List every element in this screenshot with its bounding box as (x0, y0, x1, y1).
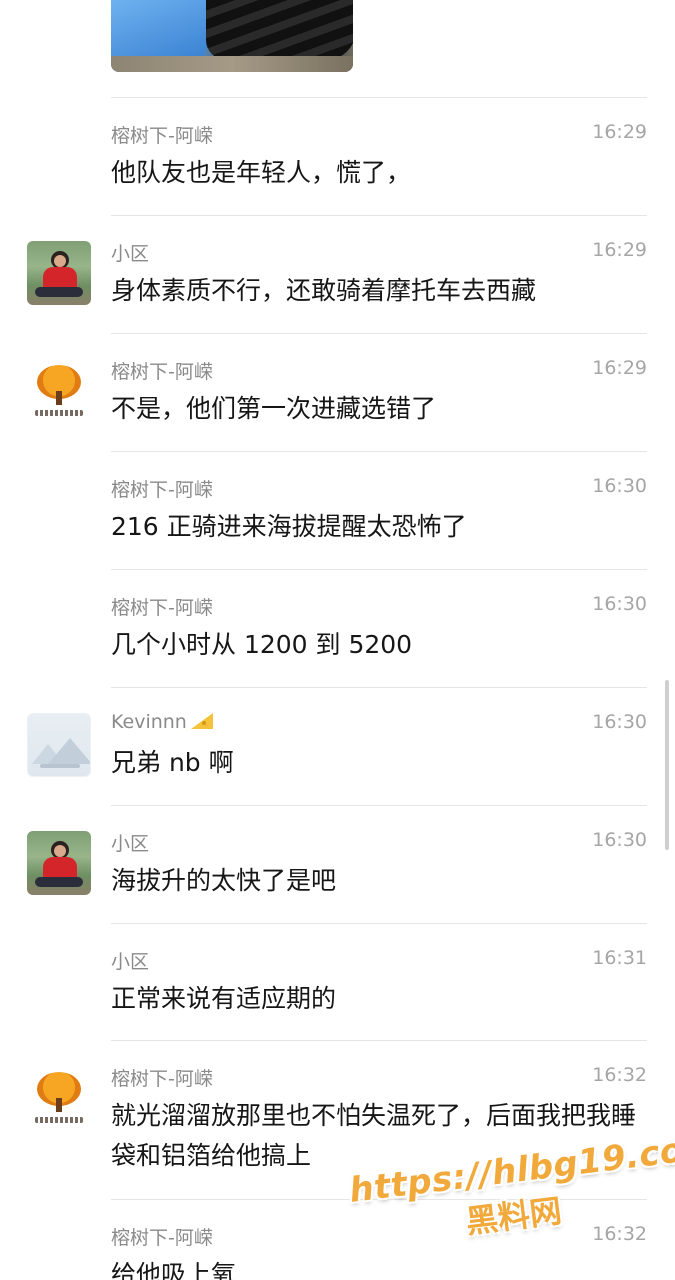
avatar[interactable] (27, 241, 91, 305)
chat-message[interactable]: 榕树下-阿嵘 16:32 给他吸上氧 (0, 1199, 675, 1280)
avatar[interactable] (27, 713, 91, 777)
sender-name[interactable]: 榕树下-阿嵘 (111, 1064, 213, 1091)
cheese-icon (190, 713, 213, 729)
message-time: 16:30 (592, 711, 647, 733)
chat-message[interactable]: 榕树下-阿嵘 16:29 不是，他们第一次进藏选错了 (0, 333, 675, 451)
message-text: 216 正骑进来海拔提醒太恐怖了 (111, 512, 467, 541)
chat-message[interactable]: 榕树下-阿嵘 16:29 他队友也是年轻人，慌了， (0, 97, 675, 215)
chat-message[interactable]: 小区 16:30 海拔升的太快了是吧 (0, 805, 675, 923)
avatar[interactable] (27, 359, 91, 423)
chat-message[interactable]: 小区 16:31 正常来说有适应期的 (0, 923, 675, 1041)
avatar[interactable] (27, 831, 91, 895)
message-text: 就光溜溜放那里也不怕失温死了，后面我把我睡袋和铝箔给他搞上 (111, 1101, 637, 1170)
message-text: 正常来说有适应期的 (111, 984, 337, 1013)
chat-message[interactable]: 小区 16:29 身体素质不行，还敢骑着摩托车去西藏 (0, 215, 675, 333)
message-time: 16:30 (592, 593, 647, 615)
chat-message[interactable]: 榕树下-阿嵘 16:30 216 正骑进来海拔提醒太恐怖了 (0, 451, 675, 569)
photo-sleeping-bag (206, 0, 353, 60)
sender-name[interactable]: 榕树下-阿嵘 (111, 357, 213, 384)
message-time: 16:30 (592, 829, 647, 851)
sender-name[interactable]: 榕树下-阿嵘 (111, 1223, 213, 1250)
message-text: 给他吸上氧 (111, 1260, 237, 1280)
message-text: 身体素质不行，还敢骑着摩托车去西藏 (111, 276, 537, 305)
sender-name[interactable]: 小区 (111, 947, 149, 974)
message-time: 16:29 (592, 239, 647, 261)
scrollbar[interactable] (665, 680, 669, 850)
chat-message[interactable]: 榕树下-阿嵘 16:32 就光溜溜放那里也不怕失温死了，后面我把我睡袋和铝箔给他… (0, 1040, 675, 1200)
message-text: 他队友也是年轻人，慌了， (111, 158, 412, 187)
message-text: 海拔升的太快了是吧 (111, 866, 337, 895)
message-time: 16:31 (592, 947, 647, 969)
message-time: 16:32 (592, 1223, 647, 1245)
message-text: 兄弟 nb 啊 (111, 748, 234, 777)
chat-message[interactable]: 榕树下-阿嵘 16:30 几个小时从 1200 到 5200 (0, 569, 675, 687)
shared-photo[interactable] (111, 0, 353, 72)
message-text: 不是，他们第一次进藏选错了 (111, 394, 437, 423)
message-time: 16:30 (592, 475, 647, 497)
sender-name[interactable]: 榕树下-阿嵘 (111, 475, 213, 502)
photo-ground (111, 56, 353, 72)
sender-name[interactable]: 榕树下-阿嵘 (111, 121, 213, 148)
message-time: 16:29 (592, 357, 647, 379)
sender-name: Kevinnn (111, 711, 187, 733)
message-time: 16:32 (592, 1064, 647, 1086)
sender-name[interactable]: 榕树下-阿嵘 (111, 593, 213, 620)
chat-message[interactable]: Kevinnn 16:30 兄弟 nb 啊 (0, 687, 675, 805)
avatar[interactable] (27, 1066, 91, 1130)
message-time: 16:29 (592, 121, 647, 143)
message-text: 几个小时从 1200 到 5200 (111, 630, 413, 659)
sender-name[interactable]: 小区 (111, 239, 149, 266)
sender-name-row[interactable]: Kevinnn (111, 711, 213, 733)
sender-name[interactable]: 小区 (111, 829, 149, 856)
